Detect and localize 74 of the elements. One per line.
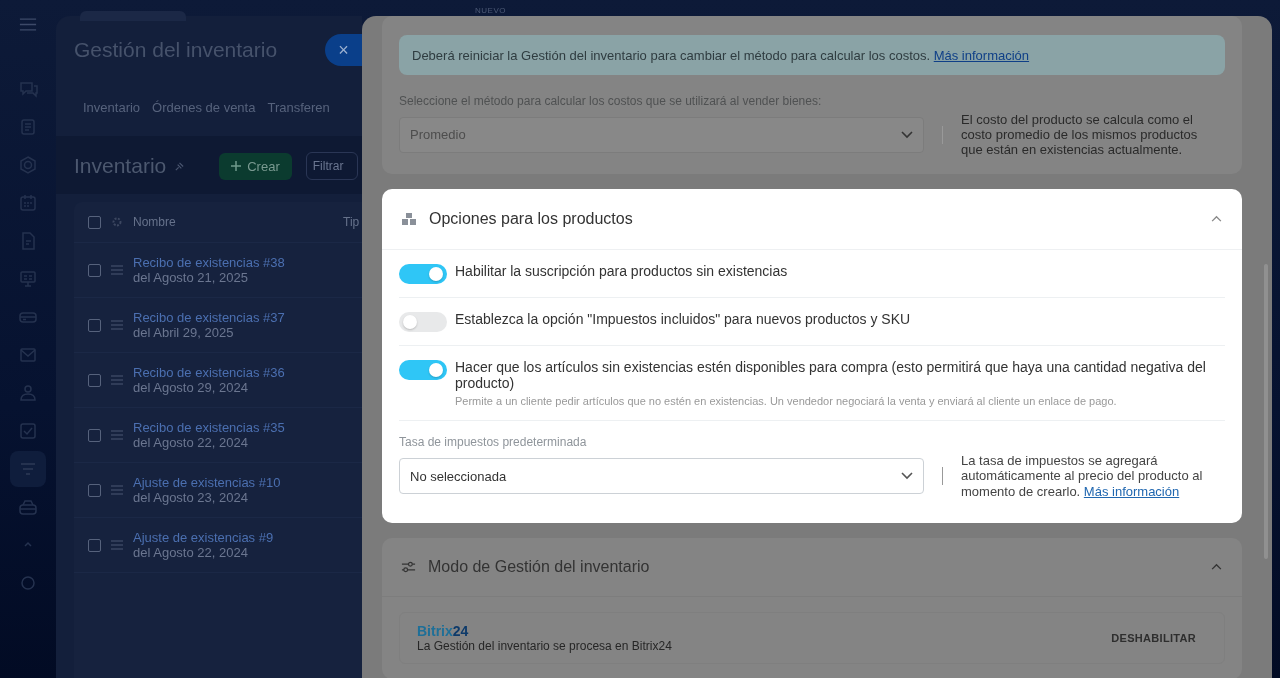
- column-header[interactable]: Nombre: [133, 215, 333, 229]
- toggle-switch[interactable]: [399, 311, 447, 332]
- sliders-icon: [401, 560, 416, 573]
- option-hint: Permite a un cliente pedir artículos que no estén en existencias. Un vendedor negociará la venta y enviará al cliente un enlace de pago.: [455, 395, 1118, 408]
- hexagon-icon[interactable]: [18, 155, 38, 175]
- cost-method-description: El costo del producto se calcula como el costo promedio de los mismos productos que están en existencias actualmente.: [961, 112, 1199, 158]
- document-date: del Agosto 21, 2025: [133, 270, 249, 285]
- tab[interactable]: Inventario: [83, 100, 141, 136]
- pin-icon[interactable]: [174, 160, 186, 172]
- boxes-icon: [401, 211, 417, 226]
- circle-icon[interactable]: [18, 573, 38, 593]
- checkbox[interactable]: [88, 263, 101, 277]
- checkbox-icon[interactable]: [18, 421, 38, 441]
- document-icon[interactable]: [18, 117, 38, 137]
- new-label: NUEVO: [475, 6, 506, 15]
- document-link[interactable]: Recibo de existencias #38: [133, 255, 333, 270]
- field-label: Tasa de impuestos predeterminada: [399, 435, 588, 450]
- document-link[interactable]: Recibo de existencias #37: [133, 310, 333, 325]
- close-button[interactable]: ×: [325, 34, 362, 66]
- document-link[interactable]: Recibo de existencias #36: [133, 365, 333, 380]
- document-link[interactable]: Ajuste de existencias #9: [133, 530, 333, 545]
- provider-description: La Gestión del inventario se procesa en Bitrix24: [417, 638, 672, 653]
- drag-handle-icon[interactable]: [111, 540, 123, 550]
- toggle-switch[interactable]: [399, 263, 447, 284]
- drag-handle-icon[interactable]: [111, 375, 123, 385]
- tax-rate-description: La tasa de impuestos se agregará automáticamente al precio del producto al momento de crearlo. Más información: [961, 453, 1204, 499]
- plus-icon: [231, 161, 242, 171]
- provider-logo: Bitrix24: [417, 622, 470, 639]
- option-label: Habilitar la suscripción para productos sin existencias: [455, 262, 788, 280]
- drag-handle-icon[interactable]: [111, 320, 123, 330]
- disable-button[interactable]: DESHABILITAR: [1105, 630, 1202, 645]
- checkbox[interactable]: [88, 483, 101, 497]
- drag-handle-icon[interactable]: [111, 265, 123, 275]
- section-title: Opciones para los productos: [429, 209, 634, 228]
- page-title: Inventario: [74, 154, 167, 178]
- chevron-down-icon[interactable]: [901, 130, 913, 139]
- checkbox[interactable]: [88, 373, 101, 387]
- column-header[interactable]: Tip: [343, 215, 360, 229]
- document-date: del Agosto 29, 2024: [133, 380, 249, 395]
- calendar-icon[interactable]: [18, 193, 38, 213]
- chat-icon[interactable]: [18, 79, 38, 99]
- document-link[interactable]: Recibo de existencias #35: [133, 420, 333, 435]
- people-icon[interactable]: [18, 383, 38, 403]
- more-info-link[interactable]: Más información: [1083, 483, 1180, 499]
- notice-message: Deberá reiniciar la Gestión del inventario para cambiar el método para calcular los costos. Más información: [399, 35, 1225, 75]
- mail-icon[interactable]: [18, 345, 38, 365]
- option-label: Establezca la opción "Impuestos incluidos" para nuevos productos y SKU: [455, 310, 911, 328]
- section-title: Modo de Gestión del inventario: [428, 557, 651, 576]
- menu-icon[interactable]: [19, 18, 37, 31]
- document-date: del Agosto 22, 2024: [133, 435, 249, 450]
- chevron-up-icon[interactable]: [1211, 215, 1222, 223]
- cost-method-select[interactable]: Promedio: [399, 116, 924, 153]
- monitor-icon[interactable]: [18, 269, 38, 289]
- tab[interactable]: Órdenes de venta: [152, 100, 256, 136]
- checkbox[interactable]: [88, 538, 101, 552]
- drag-handle-icon[interactable]: [111, 485, 123, 495]
- checkbox[interactable]: [88, 428, 101, 442]
- document-link[interactable]: Ajuste de existencias #10: [133, 475, 333, 490]
- tab[interactable]: Transferen: [267, 100, 330, 136]
- checkbox[interactable]: [88, 215, 101, 229]
- toggle-switch[interactable]: [399, 359, 447, 380]
- option-label: Hacer que los artículos sin existencias estén disponibles para compra (esto permitirá que haya una cantidad negativa del producto): [455, 358, 1207, 393]
- document-date: del Agosto 22, 2024: [133, 545, 249, 560]
- tax-rate-select[interactable]: No seleccionada: [399, 458, 924, 494]
- create-button[interactable]: Crear: [219, 152, 292, 180]
- document-date: del Agosto 23, 2024: [133, 490, 249, 505]
- filter-icon[interactable]: [10, 451, 46, 487]
- chevron-up-icon[interactable]: [1211, 563, 1222, 571]
- checkbox[interactable]: [88, 318, 101, 332]
- drag-handle-icon[interactable]: [111, 430, 123, 440]
- chevron-down-icon[interactable]: [901, 472, 913, 480]
- filter-field[interactable]: Filtrar: [305, 152, 358, 180]
- more-info-link[interactable]: Más información: [933, 48, 1030, 63]
- document-date: del Abril 29, 2025: [133, 325, 235, 340]
